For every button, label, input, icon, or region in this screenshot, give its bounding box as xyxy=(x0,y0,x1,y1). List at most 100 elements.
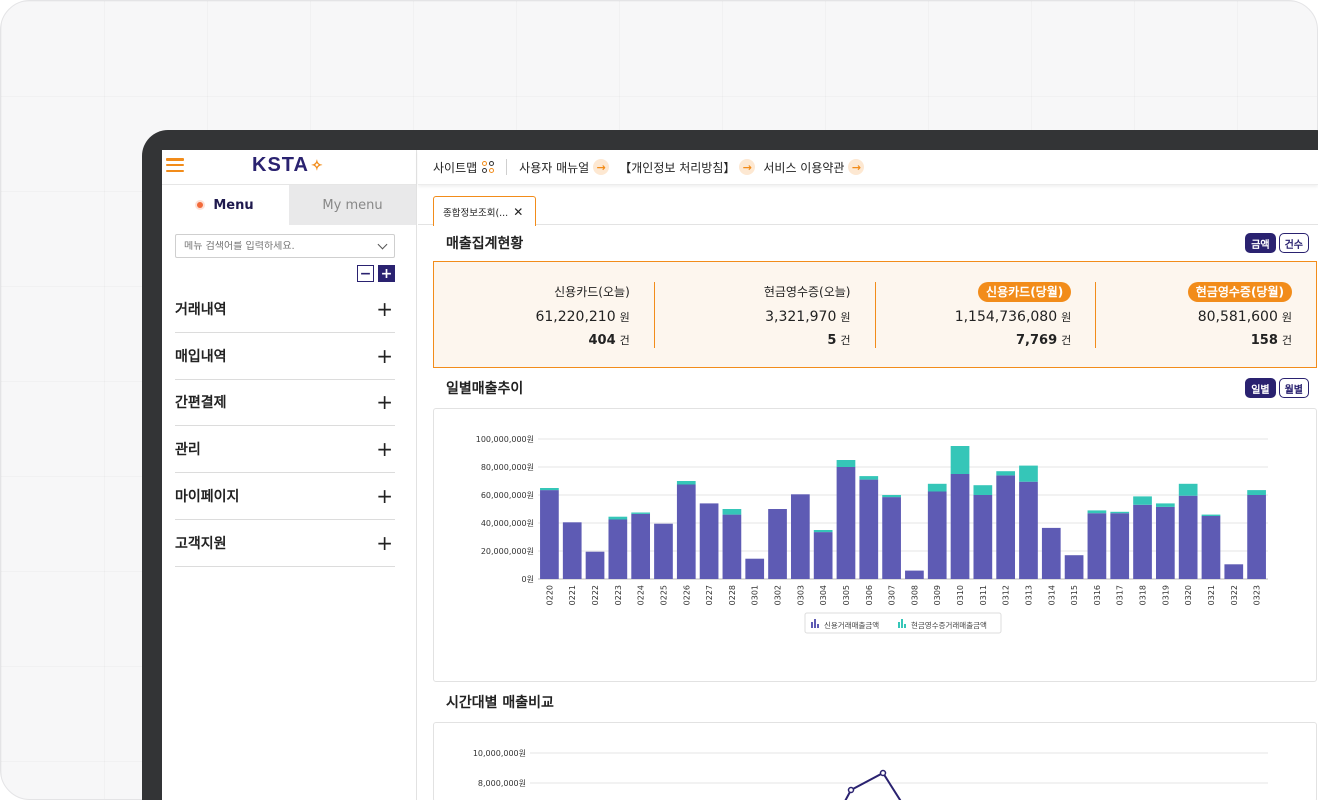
menu-item-purchases[interactable]: 매입내역 + xyxy=(175,333,395,380)
x-tick-label: 0322 xyxy=(1230,585,1239,605)
menu-item-label: 고객지원 xyxy=(175,535,227,552)
summary-panel: 신용카드(오늘) 61,220,210 원 404 건 현금영수증(오늘) 3,32… xyxy=(433,261,1317,368)
summary-title: 매출집계현황 xyxy=(446,236,524,252)
x-tick-label: 0318 xyxy=(1139,585,1148,605)
bar-credit xyxy=(676,484,696,579)
manual-link[interactable]: 사용자 매뉴얼 → xyxy=(519,159,610,176)
menu-list: 거래내역 + 매입내역 + 간편결제 + 관리 + 마이페이지 + 고객지원 + xyxy=(175,286,395,567)
bar-cash xyxy=(631,512,651,514)
x-tick-label: 0313 xyxy=(1024,585,1033,605)
bar-cash xyxy=(1133,496,1152,505)
privacy-label: 【개인정보 처리방침】 xyxy=(619,160,736,175)
summary-count: 158 건 xyxy=(1251,332,1292,348)
legend-credit-label: 신용거래매출금액 xyxy=(824,620,879,630)
privacy-link[interactable]: 【개인정보 처리방침】 → xyxy=(619,159,756,176)
plus-icon[interactable]: + xyxy=(376,531,395,555)
summary-card-credit-today: 신용카드(오늘) 61,220,210 원 404 건 xyxy=(434,281,655,348)
amount-value: 3,321,970 xyxy=(765,308,837,325)
manual-label: 사용자 매뉴얼 xyxy=(519,160,590,175)
toggle-monthly-button[interactable]: 월별 xyxy=(1278,378,1309,398)
x-tick-label: 0304 xyxy=(819,585,828,605)
expand-all-button[interactable]: + xyxy=(378,265,395,282)
x-tick-label: 0306 xyxy=(865,585,874,605)
x-tick-label: 0302 xyxy=(774,585,783,605)
amount-value: 61,220,210 xyxy=(535,308,616,325)
menu-item-label: 마이페이지 xyxy=(175,489,240,506)
bar-cash xyxy=(1155,503,1175,507)
amount-unit: 원 xyxy=(1281,310,1292,324)
x-tick-label: 0308 xyxy=(910,585,919,605)
tab-my-menu[interactable]: My menu xyxy=(289,185,416,225)
line-point xyxy=(847,786,855,794)
plus-icon[interactable]: + xyxy=(376,484,395,508)
terms-link[interactable]: 서비스 이용약관 → xyxy=(763,159,865,176)
menu-item-management[interactable]: 관리 + xyxy=(175,426,395,474)
chevron-down-icon[interactable] xyxy=(377,239,388,249)
legend-credit-icon xyxy=(817,624,819,628)
plus-icon[interactable]: + xyxy=(376,344,395,368)
x-tick-label: 0319 xyxy=(1161,585,1170,605)
summary-count: 404 건 xyxy=(588,332,629,348)
amount-value: 80,581,600 xyxy=(1197,308,1278,325)
daily-title: 일별매출추이 xyxy=(446,381,524,397)
page-tab-overview[interactable]: 종합정보조회(... ✕ xyxy=(433,196,536,226)
bar-credit xyxy=(1247,495,1266,579)
plus-icon[interactable]: + xyxy=(376,437,395,461)
summary-card-cash-month: 현금영수증(당월) 80,581,600 원 158 건 xyxy=(1096,281,1316,348)
menu-item-label: 거래내역 xyxy=(175,301,227,318)
tab-menu[interactable]: Menu xyxy=(162,185,289,225)
count-value: 5 xyxy=(827,332,837,348)
count-value: 158 xyxy=(1250,332,1278,348)
bar-cash xyxy=(608,516,628,520)
bar-cash xyxy=(882,495,901,498)
menu-item-transactions[interactable]: 거래내역 + xyxy=(175,286,395,333)
legend-cash-label: 현금영수증거래매출금액 xyxy=(911,620,987,630)
count-value: 7,769 xyxy=(1016,332,1058,348)
summary-card-credit-month: 신용카드(당월) 1,154,736,080 원 7,769 건 xyxy=(876,281,1097,348)
menu-item-mypage[interactable]: 마이페이지 + xyxy=(175,473,395,520)
amount-value: 1,154,736,080 xyxy=(954,308,1058,325)
amount-unit: 원 xyxy=(1061,310,1072,324)
x-tick-label: 0222 xyxy=(591,585,600,605)
close-icon[interactable]: ✕ xyxy=(513,205,523,219)
plus-icon[interactable]: + xyxy=(376,297,395,321)
legend-credit-icon xyxy=(811,622,813,628)
hourly-sales-chart: 10,000,000원 8,000,000원 xyxy=(433,722,1317,800)
bar-credit xyxy=(699,503,719,579)
summary-badge-label: 신용카드(당월) xyxy=(978,281,1072,302)
summary-count: 5건 xyxy=(827,332,850,348)
menu-search-input[interactable] xyxy=(184,240,364,252)
count-unit: 건 xyxy=(840,333,851,347)
x-tick-label: 0307 xyxy=(888,585,897,605)
toggle-count-button[interactable]: 건수 xyxy=(1278,233,1309,253)
bar-cash xyxy=(859,476,879,480)
menu-item-easy-pay[interactable]: 간편결제 + xyxy=(175,380,395,427)
bar-credit xyxy=(1224,564,1244,579)
arrow-right-icon: → xyxy=(739,159,756,175)
summary-toggle: 금액 건수 xyxy=(1245,233,1309,253)
sitemap-grid-icon xyxy=(482,161,495,173)
bar-credit xyxy=(996,475,1016,579)
hourly-series-line xyxy=(844,771,902,800)
hamburger-menu-icon[interactable] xyxy=(166,156,184,174)
daily-sales-chart: 0원 20,000,000원 40,000,000원 60,000,000원 80,00… xyxy=(433,408,1317,682)
menu-item-label: 관리 xyxy=(175,442,201,459)
y-tick-label: 8,000,000원 xyxy=(478,779,526,788)
bar-cash xyxy=(1087,510,1107,514)
toggle-amount-button[interactable]: 금액 xyxy=(1245,233,1276,253)
chart-legend: 신용거래매출금액 현금영수증거래매출금액 xyxy=(804,612,1002,634)
sitemap-link[interactable]: 사이트맵 xyxy=(433,159,495,176)
menu-search-select[interactable] xyxy=(175,234,395,258)
legend-cash-icon xyxy=(901,619,903,628)
collapse-all-button[interactable]: − xyxy=(357,265,374,282)
bar-cash xyxy=(1178,483,1198,496)
summary-label: 신용카드(오늘) xyxy=(554,285,630,299)
ksta-logo[interactable]: KSTA ✧ xyxy=(252,154,324,177)
toggle-daily-button[interactable]: 일별 xyxy=(1245,378,1276,398)
menu-item-support[interactable]: 고객지원 + xyxy=(175,520,395,567)
x-tick-label: 0226 xyxy=(682,585,691,605)
plus-icon[interactable]: + xyxy=(376,390,395,414)
x-tick-label: 0220 xyxy=(545,585,554,605)
summary-badge-label: 현금영수증(당월) xyxy=(1187,281,1292,302)
bar-credit xyxy=(790,494,810,579)
